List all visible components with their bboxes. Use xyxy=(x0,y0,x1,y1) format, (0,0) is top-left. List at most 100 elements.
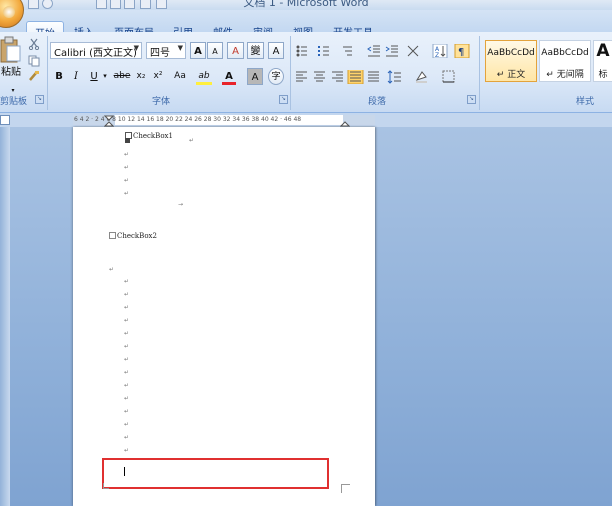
paragraph-mark: ↵ xyxy=(124,434,130,441)
superscript-button[interactable]: x² xyxy=(151,68,165,85)
paragraph-bottom-row-icons xyxy=(296,70,455,84)
distributed-icon xyxy=(368,71,379,82)
copy-icon[interactable] xyxy=(28,55,40,67)
font-color-button[interactable]: A xyxy=(222,68,236,85)
window-title: 文档 1 - Microsoft Word xyxy=(243,0,369,9)
underline-dropdown-icon[interactable]: ▾ xyxy=(101,68,109,85)
paragraph-mark: ↵ xyxy=(124,317,130,324)
clear-formatting-button[interactable]: A xyxy=(227,42,244,59)
font-name-combo[interactable]: Calibri (西文正文) ▼ xyxy=(50,42,142,59)
paste-button[interactable]: 粘贴 xyxy=(0,64,22,81)
checkbox-2-box[interactable] xyxy=(109,232,116,239)
chevron-down-icon: ▼ xyxy=(177,44,183,52)
print-preview-icon[interactable] xyxy=(124,0,135,9)
paragraph-mark: ↵ xyxy=(124,330,130,337)
italic-button[interactable]: I xyxy=(70,68,82,85)
paragraph-mark: ↵ xyxy=(109,266,115,273)
style-heading[interactable]: A 标 xyxy=(593,40,612,82)
format-painter-icon[interactable] xyxy=(28,70,40,82)
line-spacing-icon xyxy=(387,70,401,84)
print-icon[interactable] xyxy=(140,0,151,9)
underline-button[interactable]: U xyxy=(88,68,100,85)
paragraph-top-row-icons: AZ ¶ xyxy=(296,44,470,58)
title-bar: 文档 1 - Microsoft Word xyxy=(0,0,612,10)
paragraph-mark: ↵ xyxy=(124,395,130,402)
font-size-value: 四号 xyxy=(150,48,170,59)
font-name-value: Calibri (西文正文) xyxy=(54,48,137,59)
paste-icon[interactable] xyxy=(0,36,22,64)
tab-arrow-mark: → xyxy=(178,201,184,208)
tab-selector-icon[interactable] xyxy=(0,115,10,125)
paragraph-mark: ↵ xyxy=(124,369,130,376)
chinese-layout-icon xyxy=(407,45,419,57)
enclose-characters-button[interactable]: 字 xyxy=(268,68,284,85)
bold-button[interactable]: B xyxy=(52,68,66,85)
paragraph-mark: ↵ xyxy=(124,291,130,298)
quick-access-more-icon[interactable] xyxy=(156,0,167,9)
subscript-button[interactable]: x₂ xyxy=(134,68,148,85)
clipboard-group-label: 剪贴板 xyxy=(0,97,28,107)
paragraph-mark: ↵ xyxy=(124,408,130,415)
style-sample: AaBbCcDd xyxy=(541,48,589,58)
style-no-spacing[interactable]: AaBbCcDd ↵ 无间隔 xyxy=(539,40,591,82)
decrease-indent-icon xyxy=(367,45,380,57)
checkbox-1-label: CheckBox1 xyxy=(133,132,173,140)
paragraph-group-label: 段落 xyxy=(368,97,387,107)
cut-icon[interactable] xyxy=(28,38,40,50)
align-left-icon xyxy=(296,71,307,82)
text-highlight-button[interactable]: ab xyxy=(196,68,212,85)
checkbox-1[interactable]: CheckBox1 xyxy=(125,132,173,140)
phonetic-guide-button[interactable]: 變 xyxy=(247,42,264,59)
paragraph-mark: ↵ xyxy=(124,382,130,389)
new-document-icon[interactable] xyxy=(96,0,107,9)
style-name: 标 xyxy=(598,70,608,80)
character-shading-button[interactable]: A xyxy=(247,68,263,85)
control-anchor-icon xyxy=(125,138,130,143)
margin-corner-mark xyxy=(103,483,109,489)
bullets-icon xyxy=(296,45,307,57)
grow-font-button[interactable]: A xyxy=(190,42,206,59)
font-dialog-launcher-icon[interactable]: ↘ xyxy=(279,95,288,104)
font-size-combo[interactable]: 四号 ▼ xyxy=(146,42,186,59)
ribbon-tab-row: 开始 插入 页面布局 引用 邮件 审阅 视图 开发工具 xyxy=(0,10,612,43)
svg-text:¶: ¶ xyxy=(458,47,464,58)
save-icon[interactable] xyxy=(28,0,39,9)
horizontal-ruler[interactable]: 6 4 2 · 2 4 6 8 10 12 14 16 18 20 22 24 … xyxy=(73,115,375,125)
font-group-label: 字体 xyxy=(152,97,171,107)
borders-icon xyxy=(442,70,455,83)
increase-indent-icon xyxy=(385,45,398,57)
numbering-icon xyxy=(318,46,329,56)
paragraph-mark: ↵ xyxy=(124,190,130,197)
selection-highlight-box xyxy=(102,458,329,489)
multilevel-list-icon xyxy=(343,46,352,56)
style-name: ↵ 正文 xyxy=(496,70,526,80)
style-name: ↵ 无间隔 xyxy=(546,70,584,80)
paragraph-mark: ↵ xyxy=(124,164,130,171)
paragraph-mark: ↵ xyxy=(124,177,130,184)
document-page[interactable]: ↵ ↵ ↵ ↵ → ↵ ↵ ↵ ↵ ↵ ↵ ↵ ↵ ↵ ↵ ↵ ↵ ↵ ↵ ↵ … xyxy=(73,127,375,506)
paragraph-dialog-launcher-icon[interactable]: ↘ xyxy=(467,95,476,104)
shrink-font-button[interactable]: A xyxy=(207,42,223,59)
paragraph-mark: ↵ xyxy=(124,421,130,428)
paragraph-mark: ↵ xyxy=(124,278,130,285)
align-right-icon xyxy=(332,71,343,82)
checkbox-2-label: CheckBox2 xyxy=(117,232,157,240)
align-center-icon xyxy=(314,71,325,82)
sort-icon: AZ xyxy=(432,44,448,58)
margin-corner-mark xyxy=(341,484,350,493)
checkbox-2[interactable]: CheckBox2 xyxy=(109,232,157,240)
open-icon[interactable] xyxy=(110,0,121,9)
shading-icon xyxy=(415,71,427,83)
paragraph-mark: ↵ xyxy=(124,304,130,311)
change-case-button[interactable]: Aa xyxy=(169,68,191,85)
group-separator xyxy=(290,36,291,110)
group-separator xyxy=(47,36,48,110)
strikethrough-button[interactable]: abe xyxy=(113,68,131,85)
character-border-button[interactable]: A xyxy=(268,42,284,59)
vertical-ruler-strip xyxy=(0,127,10,506)
paragraph-mark: ↵ xyxy=(189,137,195,144)
style-sample: AaBbCcDd xyxy=(487,48,535,58)
group-separator xyxy=(479,36,480,110)
style-normal[interactable]: AaBbCcDd ↵ 正文 xyxy=(485,40,537,82)
clipboard-dialog-launcher-icon[interactable]: ↘ xyxy=(35,95,44,104)
